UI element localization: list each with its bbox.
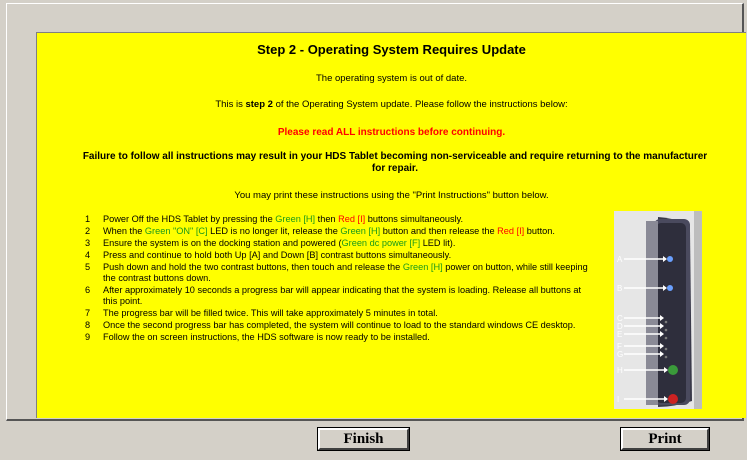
step-intro-post: of the Operating System update. Please f… [272, 99, 568, 110]
step-text: button and then release the [380, 226, 498, 236]
finish-button[interactable]: Finish [317, 427, 410, 451]
step-text: Power Off the HDS Tablet by pressing the [103, 214, 276, 224]
device-label-e: E [617, 330, 622, 339]
step-text: LED is no longer lit, release the [207, 226, 341, 236]
step-number: 3 [85, 238, 91, 248]
step-number: 9 [85, 332, 91, 342]
step-number: 2 [85, 226, 91, 236]
tablet-device-image: ABCDEFGHI [614, 211, 702, 409]
step-text: Red [I] [338, 214, 366, 224]
step-text: Ensure the system is on the docking stat… [103, 238, 342, 248]
instruction-step: 1 Power Off the HDS Tablet by pressing th… [85, 214, 595, 225]
instruction-step: 5 Push down and hold the two contrast but… [85, 262, 595, 284]
step-number: 7 [85, 308, 91, 318]
instruction-step: 9 Follow the on screen instructions, the … [85, 332, 595, 343]
step-text: LED lit). [420, 238, 456, 248]
step-number: 4 [85, 250, 91, 260]
status-text: The operating system is out of date. [315, 73, 468, 84]
instructions-panel: Step 2 - Operating System Requires Updat… [36, 32, 746, 418]
step-intro-pre: This is [215, 99, 246, 110]
warning-text: Please read ALL instructions before cont… [277, 127, 506, 138]
step-text: Once the second progress bar has complet… [103, 320, 576, 330]
step-number: 8 [85, 320, 91, 330]
step-text: then [315, 214, 339, 224]
step-intro-text: This is step 2 of the Operating System u… [37, 99, 746, 110]
step-text: When the [103, 226, 145, 236]
step-text: Green [H] [340, 226, 381, 236]
instruction-step: 8 Once the second progress bar has comple… [85, 320, 595, 331]
step-text: Green [H] [402, 262, 443, 272]
step-text: Green "ON" [C] [144, 226, 208, 236]
instruction-step: 3 Ensure the system is on the docking sta… [85, 238, 595, 249]
instruction-step: 2 When the Green "ON" [C] LED is no longe… [85, 226, 595, 237]
device-label-h: H [617, 366, 623, 375]
print-button[interactable]: Print [620, 427, 710, 451]
step-text: Green dc power [F] [341, 238, 421, 248]
step-number: 6 [85, 285, 91, 295]
dialog-window: Step 2 - Operating System Requires Updat… [6, 3, 746, 421]
step-text: Press and continue to hold both Up [A] a… [103, 250, 452, 260]
step-number: 1 [85, 214, 91, 224]
step-text: Push down and hold the two contrast butt… [103, 262, 403, 272]
instruction-steps-list: 1 Power Off the HDS Tablet by pressing th… [85, 214, 595, 344]
step-intro-bold: step 2 [245, 99, 273, 110]
device-label-i: I [617, 395, 619, 404]
device-label-b: B [617, 284, 622, 293]
step-text: Follow the on screen instructions, the H… [103, 332, 430, 342]
instruction-step: 6 After approximately 10 seconds a progre… [85, 285, 595, 307]
step-text: button. [524, 226, 555, 236]
step-text: Green [H] [275, 214, 316, 224]
step-text: The progress bar will be filled twice. T… [103, 308, 438, 318]
print-note-text: You may print these instructions using t… [234, 190, 549, 201]
step-text: buttons simultaneously. [365, 214, 464, 224]
instruction-step: 4 Press and continue to hold both Up [A] … [85, 250, 595, 261]
step-text: Red [I] [497, 226, 525, 236]
page-title: Step 2 - Operating System Requires Updat… [257, 42, 526, 57]
failure-warning-text: Failure to follow all instructions may r… [82, 151, 708, 174]
step-number: 5 [85, 262, 91, 272]
device-label-g: G [617, 350, 623, 359]
instruction-step: 7 The progress bar will be filled twice. … [85, 308, 595, 319]
device-label-a: A [617, 255, 623, 264]
step-text: After approximately 10 seconds a progres… [103, 285, 582, 306]
